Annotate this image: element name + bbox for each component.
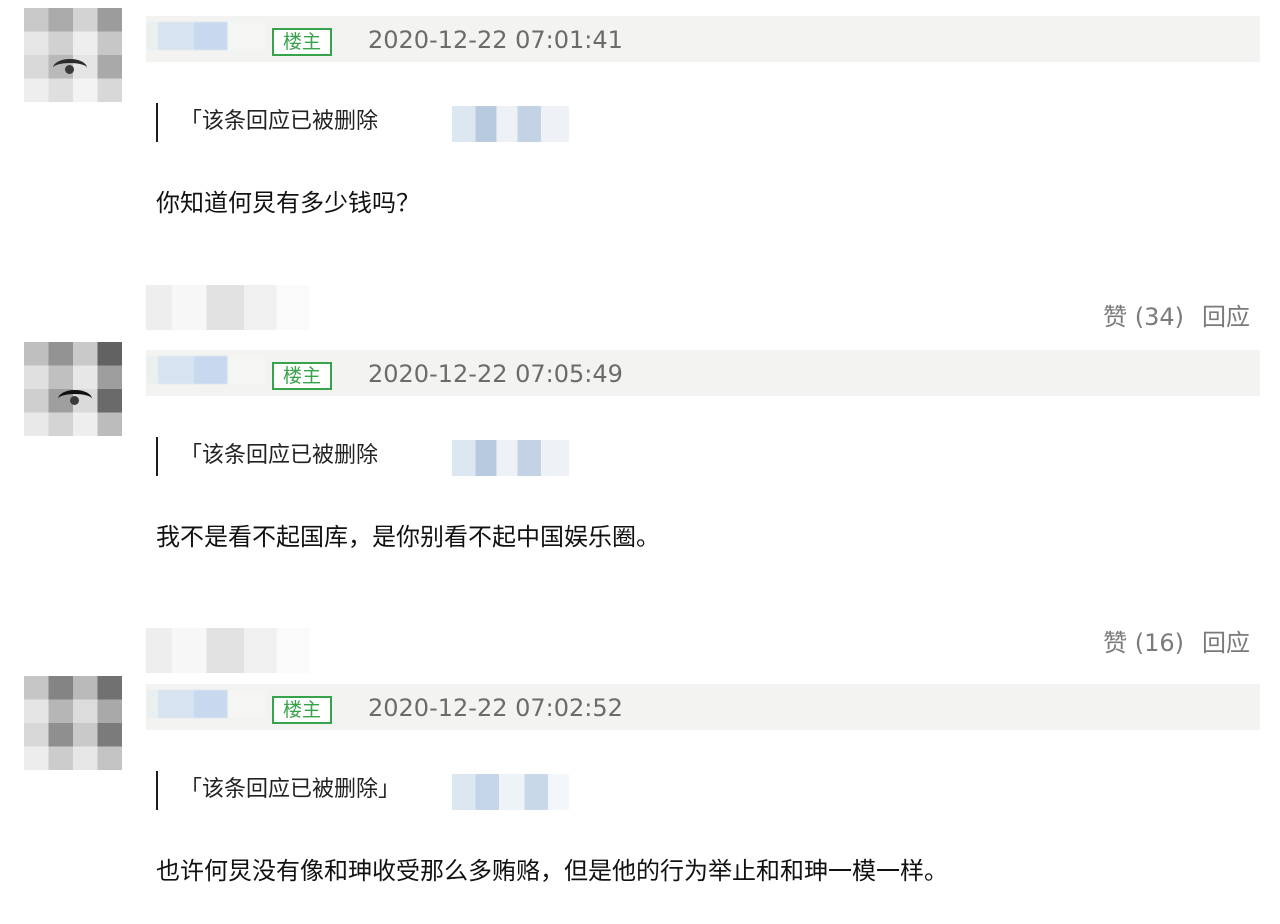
next-user-blur	[146, 285, 309, 330]
username-blur[interactable]	[146, 22, 266, 50]
username-blur[interactable]	[146, 690, 266, 718]
avatar[interactable]	[24, 342, 122, 436]
eye-icon	[58, 390, 92, 408]
quote-divider	[156, 771, 158, 810]
avatar[interactable]	[24, 8, 122, 102]
quote-blur	[452, 774, 569, 810]
op-badge: 楼主	[272, 696, 332, 724]
quoted-reply: 「该条回应已被删除	[180, 109, 379, 134]
timestamp: 2020-12-22 07:05:49	[368, 360, 623, 388]
quote-blur	[452, 106, 569, 142]
quote-divider	[156, 103, 158, 142]
comment-text: 也许何炅没有像和珅收受那么多贿赂，但是他的行为举止和和珅一模一样。	[156, 857, 948, 885]
comment-actions: 赞 (34) 回应	[1103, 298, 1250, 336]
comment-text: 我不是看不起国库，是你别看不起中国娱乐圈。	[156, 523, 660, 551]
op-badge: 楼主	[272, 28, 332, 56]
timestamp: 2020-12-22 07:01:41	[368, 26, 623, 54]
reply-button[interactable]: 回应	[1202, 629, 1250, 657]
like-button[interactable]: 赞 (16)	[1103, 629, 1184, 657]
quoted-reply: 「该条回应已被删除	[180, 443, 379, 468]
username-blur[interactable]	[146, 356, 266, 384]
quote-divider	[156, 437, 158, 476]
reply-button[interactable]: 回应	[1202, 303, 1250, 331]
eye-icon	[53, 59, 87, 77]
like-button[interactable]: 赞 (34)	[1103, 303, 1184, 331]
op-badge: 楼主	[272, 362, 332, 390]
timestamp: 2020-12-22 07:02:52	[368, 694, 623, 722]
comment-actions: 赞 (16) 回应	[1103, 624, 1250, 662]
quote-blur	[452, 440, 569, 476]
avatar[interactable]	[24, 676, 122, 770]
quoted-reply: 「该条回应已被删除」	[180, 777, 401, 802]
comment-text: 你知道何炅有多少钱吗？	[156, 189, 420, 217]
next-user-blur	[146, 628, 309, 673]
